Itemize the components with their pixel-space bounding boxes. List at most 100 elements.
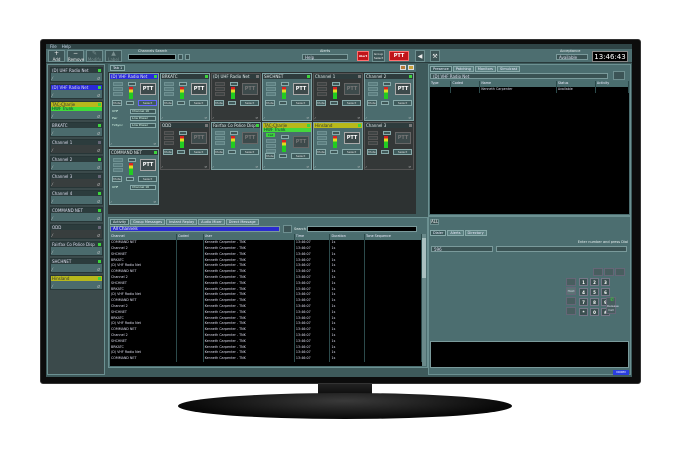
channel-tile[interactable]: ODD PTT Mute Select ⁄ ↺ [160,122,210,170]
channel-tile[interactable]: Channel 2 PTT Mute Select ⁄ ↺ [364,73,414,121]
volume-down-button[interactable] [279,101,287,105]
mute-button[interactable]: Mute [112,176,122,182]
loop-icon[interactable]: ↺ [97,131,100,136]
mute-button[interactable]: Mute [316,100,326,106]
call-control-button[interactable] [593,268,603,276]
modify-button[interactable]: ✎ Modify [86,50,103,62]
mute-button[interactable]: Mute [112,100,122,106]
tile-ptt-button[interactable]: PTT [395,132,411,144]
volume-down-button[interactable] [228,150,236,154]
label-button[interactable]: ▲ Label [105,50,122,62]
keypad-key[interactable]: 1 [579,278,588,286]
channel-list-item[interactable]: TAC-Charlie HWF Trunk ⁄ ↺ [50,101,103,120]
keypad-key[interactable]: 2 [590,278,599,286]
tile-ptt-button[interactable]: PTT [140,83,156,95]
select-button[interactable]: Select [291,100,310,106]
tab-audio-mixer[interactable]: Audio Mixer [198,219,225,225]
volume-down-button[interactable] [228,101,236,105]
select-button[interactable]: Select [189,100,208,106]
mute-button[interactable]: Mute [367,149,377,155]
select-button[interactable]: Select [138,100,157,106]
tile-ptt-button[interactable]: PTT [395,83,411,95]
settings-button[interactable]: ⚒ [430,50,440,62]
mute-button[interactable]: Mute [265,153,275,159]
select-button[interactable]: Select [342,149,361,155]
group-select-button[interactable]: Group Select [372,50,385,62]
tile-ptt-button[interactable]: PTT [191,132,207,144]
keypad-key[interactable]: 0 [590,308,599,316]
volume-down-button[interactable] [330,150,338,154]
loop-icon[interactable]: ↺ [97,114,100,119]
volume-down-button[interactable] [177,150,185,154]
tile-ptt-button[interactable]: PTT [242,132,258,144]
tab-dialer[interactable]: Dialer [430,230,447,236]
loop-icon[interactable]: ↺ [204,116,207,120]
loop-icon[interactable]: ↺ [255,116,258,120]
control-dropdown[interactable]: Low Power [130,116,156,121]
keypad-key[interactable]: 7 [579,298,588,306]
tab-simulcast[interactable]: Simulcast [497,66,521,72]
tab-patching[interactable]: Patching [452,66,474,72]
loop-icon[interactable]: ↺ [306,165,309,169]
presence-channel-dropdown[interactable]: (D) VHF Radio Net [430,73,608,79]
sync-button[interactable] [283,225,292,233]
keypad-key[interactable]: 4 [579,288,588,296]
channel-tile[interactable]: SHCHNET PTT Mute Select ⁄ ↺ [262,73,312,121]
channel-tile[interactable]: (D) UHF Radio Net PTT Mute Select ⁄ ↺ [211,73,261,121]
release-call-button[interactable]: ✆ Release Call [606,297,619,314]
channel-list-item[interactable]: BRKATC ⁄ ↺ [50,122,103,137]
mute-button[interactable]: Mute [214,149,224,155]
keypad-key[interactable]: 5 [590,288,599,296]
loop-icon[interactable]: ↺ [306,116,309,120]
tab-1[interactable]: Tab 1 [110,65,126,71]
mute-button[interactable]: Mute [163,100,173,106]
tab-activity[interactable]: Activity [110,219,130,225]
channel-list-item[interactable]: Channel 4 ⁄ ↺ [50,190,103,205]
tab-monitors[interactable]: Monitors [474,66,497,72]
select-button[interactable]: Select [342,100,361,106]
line-control-button[interactable] [566,307,576,315]
loop-icon[interactable]: ↺ [357,116,360,120]
alerts-dropdown[interactable]: Help [302,54,348,60]
control-dropdown[interactable]: Channel 16 [130,109,156,114]
select-button[interactable]: Select [393,149,412,155]
loop-icon[interactable]: ↺ [97,182,100,187]
search-prev-button[interactable] [178,54,183,60]
loop-icon[interactable]: ↺ [97,216,100,221]
loop-icon[interactable]: ↺ [408,165,411,169]
loop-icon[interactable]: ↺ [97,267,100,272]
volume-down-button[interactable] [126,177,134,181]
volume-up-button[interactable] [332,82,340,86]
select-button[interactable]: Select [240,100,259,106]
volume-down-button[interactable] [381,101,389,105]
loop-icon[interactable]: ↺ [97,199,100,204]
control-dropdown[interactable]: Low Power [130,123,156,128]
tile-ptt-button[interactable]: PTT [242,83,258,95]
keypad-key[interactable]: * [579,308,588,316]
channel-list-item[interactable]: (D) UHF Radio Net ⁄ ↺ [50,67,103,82]
channel-list-item[interactable]: ODD ⁄ ↺ [50,224,103,239]
ptt-button[interactable]: PTT [389,51,409,61]
tile-ptt-button[interactable]: PTT [191,83,207,95]
channel-tile[interactable]: (D) VHF Radio Net PTT Mute Select UHF Channel… [109,73,159,147]
loop-icon[interactable]: ↺ [153,200,156,204]
loop-icon[interactable]: ↺ [357,165,360,169]
loop-icon[interactable]: ↺ [204,165,207,169]
channel-tile[interactable]: Fairfax Co Police Disp PTT Mute Select ⁄ ↺ [211,122,261,170]
mute-button[interactable]: Mute [214,100,224,106]
loop-icon[interactable]: ↺ [408,116,411,120]
tab-directory[interactable]: Directory [464,230,487,236]
keypad-key[interactable]: 6 [601,288,610,296]
channel-list-item[interactable]: Channel 1 ⁄ ↺ [50,139,103,154]
keypad-key[interactable]: 3 [601,278,610,286]
select-button[interactable]: Select [189,149,208,155]
call-control-button[interactable] [615,268,625,276]
volume-down-button[interactable] [177,101,185,105]
volume-up-button[interactable] [332,131,340,135]
loop-icon[interactable]: ↺ [97,148,100,153]
alert-button[interactable]: Alert [357,51,369,61]
mute-button[interactable]: Mute [367,100,377,106]
loop-icon[interactable]: ↺ [97,76,100,81]
call-control-button[interactable] [604,268,614,276]
mute-button[interactable]: Mute [265,100,275,106]
